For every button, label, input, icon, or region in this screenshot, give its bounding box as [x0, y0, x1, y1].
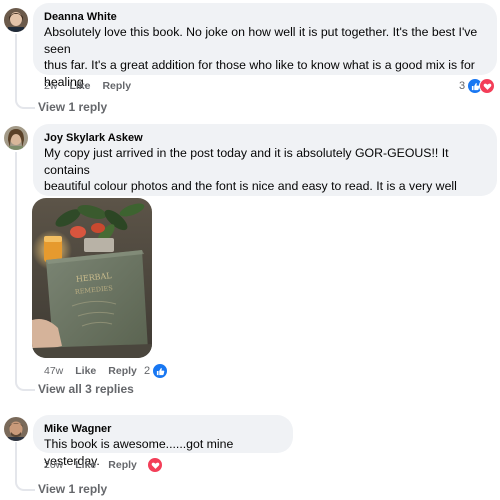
thread-connector	[15, 378, 35, 391]
comment-text-line: My copy just arrived in the post today a…	[44, 146, 449, 177]
reply-button[interactable]: Reply	[108, 365, 137, 377]
comment-text-line: Absolutely love this book. No joke on ho…	[44, 25, 478, 56]
comment-timestamp[interactable]: 20w	[44, 459, 63, 471]
thread-line	[15, 34, 17, 96]
heart-icon	[147, 457, 163, 473]
comment-photo[interactable]: HERBAL REMEDIES	[32, 198, 152, 358]
comment-bubble: Mike Wagner This book is awesome......go…	[33, 415, 293, 468]
thread-connector	[15, 96, 35, 109]
reaction-summary[interactable]	[147, 457, 163, 473]
reaction-summary[interactable]: 3	[459, 78, 496, 94]
comment-bubble: Joy Skylark Askew My copy just arrived i…	[33, 124, 497, 226]
view-replies-link[interactable]: View 1 reply	[38, 482, 107, 496]
thread-line	[15, 152, 17, 378]
like-button[interactable]: Like	[75, 459, 96, 471]
like-button[interactable]: Like	[75, 365, 96, 377]
view-replies-link[interactable]: View 1 reply	[38, 100, 107, 114]
comment-timestamp[interactable]: 47w	[44, 365, 63, 377]
avatar[interactable]	[4, 417, 28, 441]
view-replies-link[interactable]: View all 3 replies	[38, 382, 134, 396]
comment-text-line: thus far. It's a great addition for thos…	[44, 58, 475, 72]
like-button[interactable]: Like	[69, 80, 90, 92]
comment-actions: 2w Like Reply	[44, 80, 131, 92]
comment-author[interactable]: Joy Skylark Askew	[44, 131, 486, 145]
thread-connector	[15, 478, 35, 491]
thread-line	[15, 442, 17, 478]
reaction-count: 3	[459, 80, 466, 92]
heart-icon	[479, 78, 496, 94]
comment-author[interactable]: Mike Wagner	[44, 422, 282, 436]
reaction-summary[interactable]: 2	[144, 363, 169, 379]
comment-timestamp[interactable]: 2w	[44, 80, 57, 92]
comment-bubble: Deanna White Absolutely love this book. …	[33, 3, 497, 89]
avatar[interactable]	[4, 126, 28, 150]
reaction-count: 2	[144, 365, 151, 377]
comment-author[interactable]: Deanna White	[44, 10, 486, 24]
reply-button[interactable]: Reply	[108, 459, 137, 471]
reply-button[interactable]: Reply	[102, 80, 131, 92]
comment-actions: 20w Like Reply	[44, 459, 137, 471]
thumbs-up-icon	[152, 363, 169, 379]
avatar[interactable]	[4, 8, 28, 32]
comment-actions: 47w Like Reply	[44, 365, 137, 377]
